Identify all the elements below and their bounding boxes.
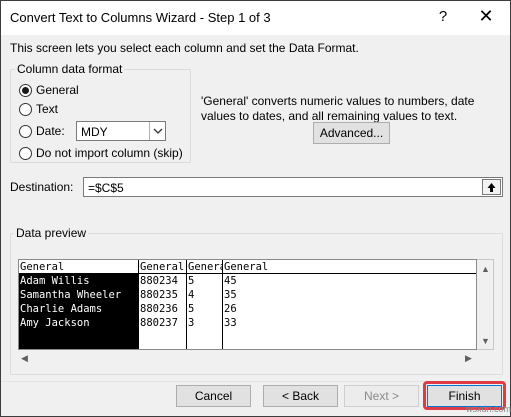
preview-column-3[interactable]: General 5 4 5 3 <box>187 260 222 349</box>
next-button[interactable]: Next > <box>344 385 419 407</box>
preview-cell: Charlie Adams <box>20 303 103 315</box>
scroll-left-icon[interactable]: ◀ <box>21 353 28 364</box>
preview-column-header: General <box>19 260 138 274</box>
scroll-up-icon[interactable]: ▲ <box>481 264 490 274</box>
vertical-scrollbar[interactable]: ▲ ▼ <box>477 259 494 350</box>
preview-cell: 26 <box>224 303 237 315</box>
preview-cell: 5 <box>188 303 195 315</box>
preview-cell: 33 <box>224 317 237 329</box>
preview-cell: 880237 <box>140 317 178 329</box>
radio-skip-label: Do not import column (skip) <box>36 146 183 160</box>
radio-general-label: General <box>36 83 79 97</box>
column-format-legend: Column data format <box>15 62 125 76</box>
date-format-combo[interactable]: MDY <box>76 121 166 141</box>
intro-text: This screen lets you select each column … <box>10 41 359 55</box>
radio-general-dot[interactable] <box>19 83 32 97</box>
radio-date-dot[interactable] <box>19 124 32 138</box>
radio-text-label: Text <box>36 102 59 116</box>
destination-input[interactable]: =$C$5 <box>83 177 503 197</box>
close-icon[interactable]: ✕ <box>477 6 495 27</box>
window-title: Convert Text to Columns Wizard - Step 1 … <box>10 10 271 25</box>
scroll-down-icon[interactable]: ▼ <box>481 336 490 346</box>
preview-column-header: General <box>187 260 222 274</box>
radio-general[interactable]: General <box>19 83 79 97</box>
preview-column-header: General <box>139 261 186 274</box>
destination-value: =$C$5 <box>88 181 124 195</box>
date-format-value: MDY <box>81 125 108 139</box>
preview-cell: 5 <box>188 275 195 287</box>
scroll-right-icon[interactable]: ▶ <box>465 353 472 364</box>
preview-cell: 35 <box>224 289 237 301</box>
preview-cell: 3 <box>188 317 195 329</box>
radio-skip-dot[interactable] <box>19 146 32 160</box>
radio-skip[interactable]: Do not import column (skip) <box>19 146 183 160</box>
preview-cell: Adam Willis <box>20 275 90 287</box>
preview-cell: Samantha Wheeler <box>20 289 122 301</box>
preview-cell: 45 <box>224 275 237 287</box>
preview-column-2[interactable]: General 880234 880235 880236 880237 <box>139 260 186 349</box>
radio-text[interactable]: Text <box>19 102 58 116</box>
horizontal-scrollbar[interactable]: ◀ ▶ <box>18 350 477 366</box>
destination-label: Destination: <box>10 180 74 194</box>
preview-cell: Amy Jackson <box>20 317 90 329</box>
preview-cell: 4 <box>188 289 195 301</box>
advanced-button[interactable]: Advanced... <box>313 122 390 144</box>
format-description: 'General' converts numeric values to num… <box>201 94 475 123</box>
collapse-dialog-icon[interactable] <box>482 179 501 195</box>
back-button[interactable]: < Back <box>263 385 338 407</box>
help-icon[interactable]: ? <box>435 8 451 25</box>
text-to-columns-dialog: Convert Text to Columns Wizard - Step 1 … <box>0 0 511 417</box>
chevron-down-icon[interactable] <box>149 122 165 140</box>
radio-date-label: Date: <box>36 124 65 138</box>
radio-text-dot[interactable] <box>19 102 32 116</box>
watermark: wsxdn.com <box>466 404 511 414</box>
data-preview-legend: Data preview <box>14 226 89 240</box>
preview-column-1[interactable]: General Adam Willis Samantha Wheeler Cha… <box>19 260 138 349</box>
radio-date[interactable]: Date: <box>19 124 65 138</box>
data-preview-grid[interactable]: General Adam Willis Samantha Wheeler Cha… <box>18 259 477 350</box>
preview-cell: 880235 <box>140 289 178 301</box>
preview-cell: 880236 <box>140 303 178 315</box>
title-bar: Convert Text to Columns Wizard - Step 1 … <box>1 1 510 35</box>
preview-column-header: General <box>223 260 476 274</box>
preview-column-4[interactable]: General 45 35 26 33 <box>223 260 476 349</box>
preview-cell: 880234 <box>140 275 178 287</box>
cancel-button[interactable]: Cancel <box>176 385 251 407</box>
